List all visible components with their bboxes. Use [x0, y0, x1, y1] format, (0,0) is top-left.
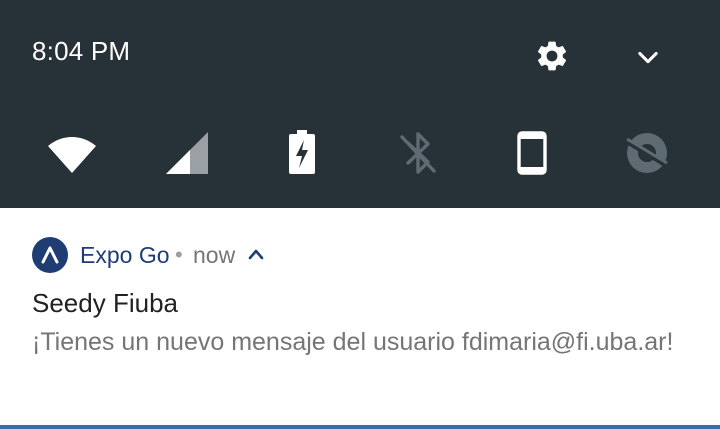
chevron-down-icon[interactable]: [634, 43, 662, 71]
battery-charging-icon[interactable]: [287, 130, 317, 174]
wifi-icon[interactable]: [48, 137, 96, 173]
clock: 8:04 PM: [32, 36, 131, 66]
bluetooth-off-icon[interactable]: [398, 131, 438, 175]
expo-logo-icon: [32, 237, 68, 273]
screen-rotation-icon[interactable]: [517, 131, 547, 175]
notification-shade-header: 8:04 PM: [0, 0, 720, 208]
chevron-up-icon[interactable]: [247, 247, 265, 261]
cellular-signal-icon[interactable]: [166, 132, 208, 174]
notification-time: now: [193, 242, 236, 268]
app-name: Expo Go: [80, 242, 170, 268]
gear-icon[interactable]: [534, 38, 570, 74]
divider: [0, 425, 720, 429]
notification-title: Seedy Fiuba: [32, 288, 178, 318]
data-saver-off-icon[interactable]: [625, 131, 669, 175]
notification-body: ¡Tienes un nuevo mensaje del usuario fdi…: [32, 328, 674, 356]
header-separator: •: [175, 242, 183, 267]
